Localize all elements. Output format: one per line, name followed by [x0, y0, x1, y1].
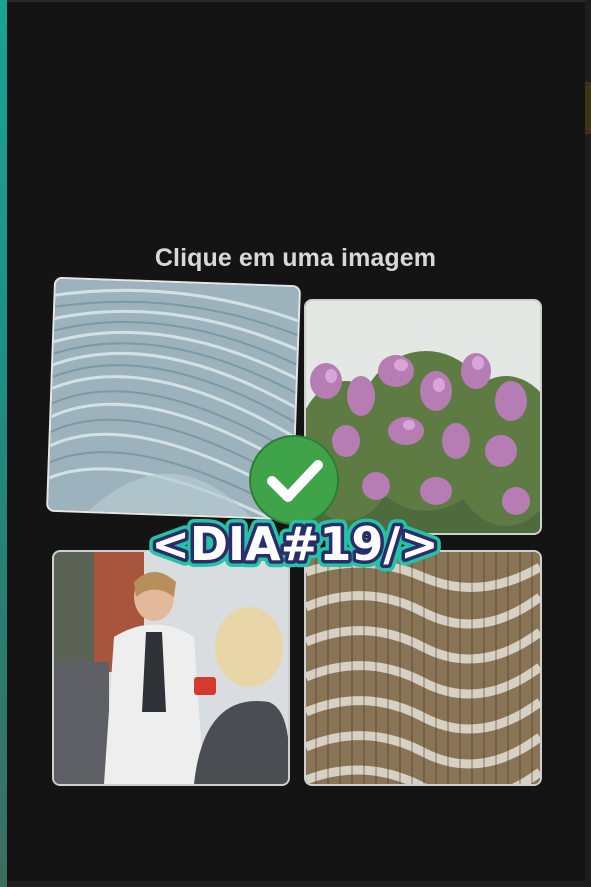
overlay-label-text: <DIA#19/> — [151, 517, 438, 571]
doctor-patient-image — [54, 552, 288, 784]
top-divider — [7, 0, 585, 2]
left-accent-bar — [0, 0, 7, 887]
captcha-image-4[interactable] — [304, 550, 542, 786]
bottom-edge — [7, 881, 585, 887]
captcha-image-3[interactable] — [52, 550, 290, 786]
wavy-sculpture-image — [306, 552, 540, 784]
right-scrollbar-thumb[interactable] — [585, 82, 591, 134]
captcha-title: Clique em uma imagem — [154, 244, 437, 272]
lilac-tree-image — [306, 301, 540, 533]
overlay-day-label: <DIA#19/> <DIA#19/> <DIA#19/> — [128, 512, 462, 574]
